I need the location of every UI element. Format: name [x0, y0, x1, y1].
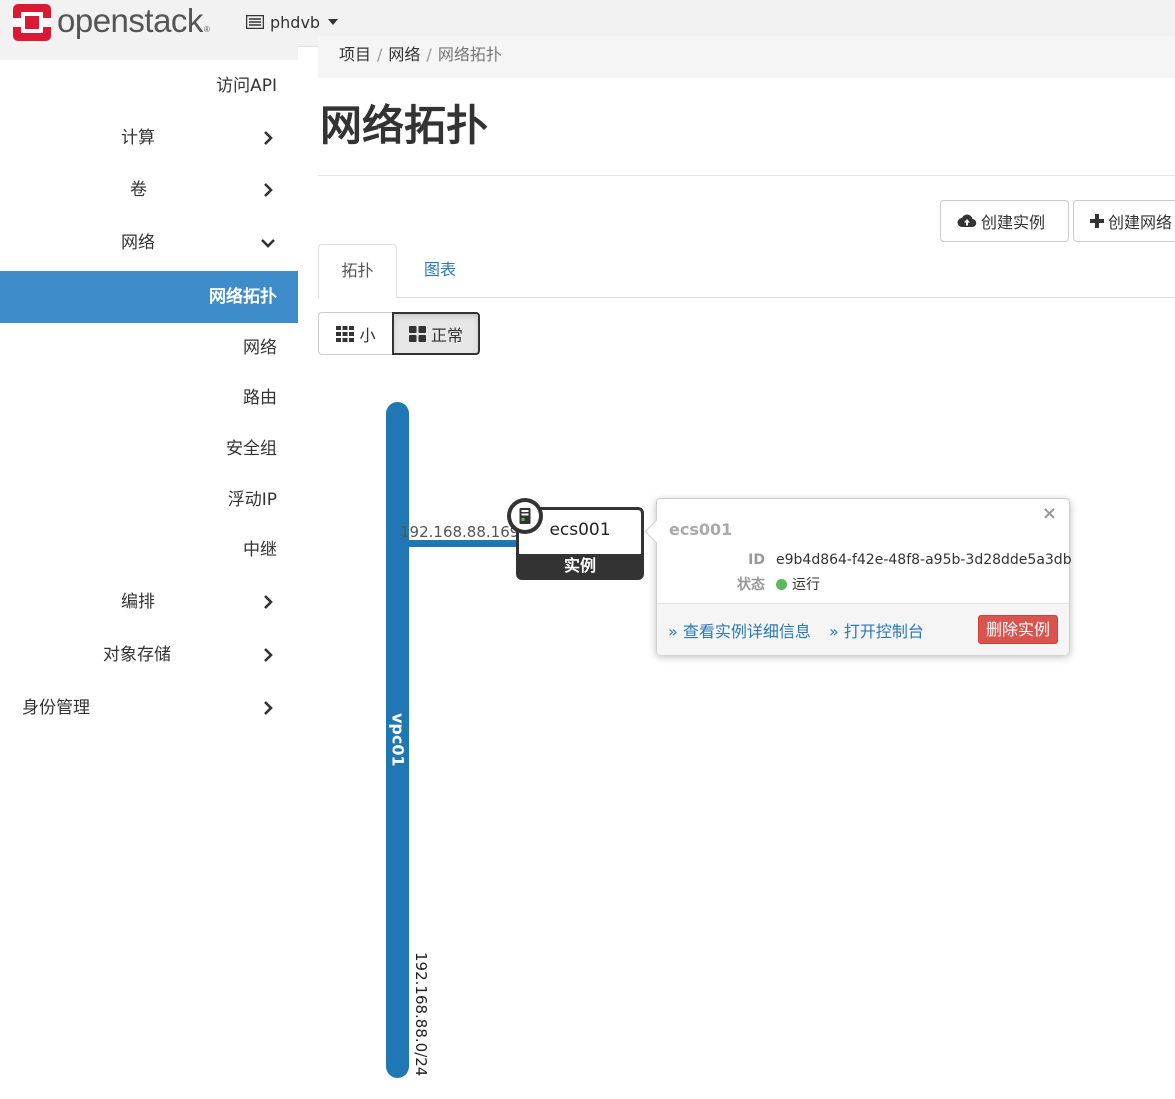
- sidebar-item-label: 网络: [243, 338, 277, 358]
- sidebar-item-network-topology[interactable]: 网络拓扑: [0, 271, 298, 323]
- sidebar-item-volumes[interactable]: 卷: [0, 164, 298, 216]
- size-small-button[interactable]: 小: [318, 312, 394, 355]
- sidebar-item-object-store[interactable]: 对象存储: [0, 629, 298, 681]
- sidebar-item-api-access[interactable]: 访问API: [0, 60, 298, 112]
- create-network-label: 创建网络: [1108, 213, 1173, 232]
- create-network-button[interactable]: 创建网络: [1073, 200, 1175, 242]
- project-switcher[interactable]: phdvb: [246, 10, 339, 34]
- breadcrumb-separator: /: [426, 45, 432, 64]
- status-dot-icon: [776, 579, 787, 590]
- sidebar-item-label: 计算: [121, 128, 155, 148]
- tabs-divider: [318, 297, 1175, 298]
- project-list-icon: [246, 15, 264, 29]
- sidebar-item-label: 访问API: [216, 76, 277, 96]
- brand-name: openstack: [57, 2, 203, 39]
- popup-id-label: ID: [748, 552, 765, 568]
- sidebar-item-compute[interactable]: 计算: [0, 112, 298, 164]
- brand-registered: ®: [203, 25, 210, 34]
- caret-down-icon: [328, 19, 339, 25]
- size-normal-button[interactable]: 正常: [392, 312, 480, 355]
- openstack-logo-icon[interactable]: [13, 4, 51, 41]
- grid-small-icon: [336, 325, 355, 342]
- instance-badge: [507, 498, 543, 534]
- instance-badge-inner: [511, 502, 539, 530]
- sidebar-item-label: 网络: [121, 233, 155, 253]
- chevron-right-icon: [264, 183, 273, 197]
- view-tabs: 拓扑 图表: [318, 244, 1175, 298]
- size-normal-label: 正常: [430, 325, 463, 345]
- sidebar-item-label: 卷: [130, 180, 147, 200]
- sidebar-item-label: 中继: [243, 540, 277, 560]
- open-console-link[interactable]: » 打开控制台: [829, 618, 924, 642]
- sidebar-item-label: 路由: [243, 388, 277, 408]
- popup-footer: » 查看实例详细信息 » 打开控制台 删除实例: [657, 603, 1069, 655]
- sidebar-item-security-groups[interactable]: 安全组: [0, 423, 298, 475]
- view-instance-details-link[interactable]: » 查看实例详细信息: [668, 618, 811, 642]
- breadcrumb-item-current: 网络拓扑: [437, 45, 502, 64]
- breadcrumb-item-project[interactable]: 项目: [339, 45, 371, 64]
- popup-title: ecs001: [669, 520, 733, 539]
- close-icon[interactable]: ×: [1042, 503, 1057, 524]
- sidebar-item-networks[interactable]: 网络: [0, 322, 298, 374]
- sidebar-item-label: 网络拓扑: [209, 287, 277, 307]
- sidebar-item-identity[interactable]: 身份管理: [0, 682, 298, 734]
- sidebar-item-trunks[interactable]: 中继: [0, 524, 298, 576]
- sidebar-item-label: 身份管理: [22, 698, 90, 718]
- page-title: 网络拓扑: [320, 101, 489, 150]
- size-small-label: 小: [359, 325, 376, 345]
- instance-type-label: 实例: [519, 554, 641, 577]
- network-cidr: 192.168.88.0/24: [412, 952, 430, 1077]
- grid-large-icon: [408, 325, 426, 342]
- chevron-down-icon: [261, 239, 275, 248]
- network-name: vpc01: [388, 713, 408, 767]
- tab-topology[interactable]: 拓扑: [318, 244, 397, 298]
- cloud-upload-icon: [957, 214, 977, 228]
- delete-instance-button[interactable]: 删除实例: [978, 615, 1059, 644]
- server-icon: [519, 508, 531, 524]
- sidebar-top-strip: [0, 46, 298, 60]
- tab-label: 拓扑: [341, 261, 374, 280]
- create-instance-label: 创建实例: [981, 213, 1046, 232]
- chevron-right-icon: [264, 131, 273, 145]
- chevron-right-icon: [264, 648, 273, 662]
- sidebar-item-label: 编排: [121, 592, 155, 612]
- breadcrumb: 项目 / 网络 / 网络拓扑: [318, 36, 1175, 78]
- sidebar-item-label: 浮动IP: [227, 490, 277, 510]
- create-instance-button[interactable]: 创建实例: [940, 200, 1069, 242]
- chevron-right-icon: [264, 595, 273, 609]
- breadcrumb-item-network[interactable]: 网络: [388, 45, 420, 64]
- instance-popup: × ecs001 ID e9b4d864-f42e-48f8-a95b-3d28…: [644, 498, 1072, 655]
- topology-canvas: vpc01 192.168.88.0/24 192.168.88.169 ecs…: [318, 380, 1175, 1099]
- popup-id-value: e9b4d864-f42e-48f8-a95b-3d28dde5a3db: [776, 552, 1072, 568]
- sidebar-item-label: 安全组: [226, 439, 277, 459]
- project-name: phdvb: [270, 12, 321, 32]
- brand-wordmark[interactable]: openstack®: [57, 0, 210, 51]
- sidebar-item-orchestration[interactable]: 编排: [0, 576, 298, 628]
- port-link[interactable]: [408, 540, 520, 547]
- tab-graph[interactable]: 图表: [406, 244, 474, 298]
- sidebar-item-label: 对象存储: [103, 645, 171, 665]
- breadcrumb-separator: /: [377, 45, 383, 64]
- popup-status-value-wrap: 运行: [776, 574, 820, 594]
- tab-label: 图表: [423, 260, 456, 279]
- plus-icon: [1090, 214, 1104, 228]
- title-divider: [318, 175, 1175, 176]
- popup-status-value: 运行: [792, 577, 820, 593]
- sidebar-item-floating-ips[interactable]: 浮动IP: [0, 474, 298, 526]
- sidebar-item-routers[interactable]: 路由: [0, 372, 298, 424]
- popup-status-label: 状态: [737, 577, 765, 593]
- sidebar-item-network[interactable]: 网络: [0, 217, 298, 269]
- sidebar: 访问API 计算 卷 网络 网络拓扑 网络 路由 安全组 浮动IP 中继 编排 …: [0, 46, 298, 1099]
- chevron-right-icon: [264, 701, 273, 715]
- port-ip-label: 192.168.88.169: [400, 523, 520, 541]
